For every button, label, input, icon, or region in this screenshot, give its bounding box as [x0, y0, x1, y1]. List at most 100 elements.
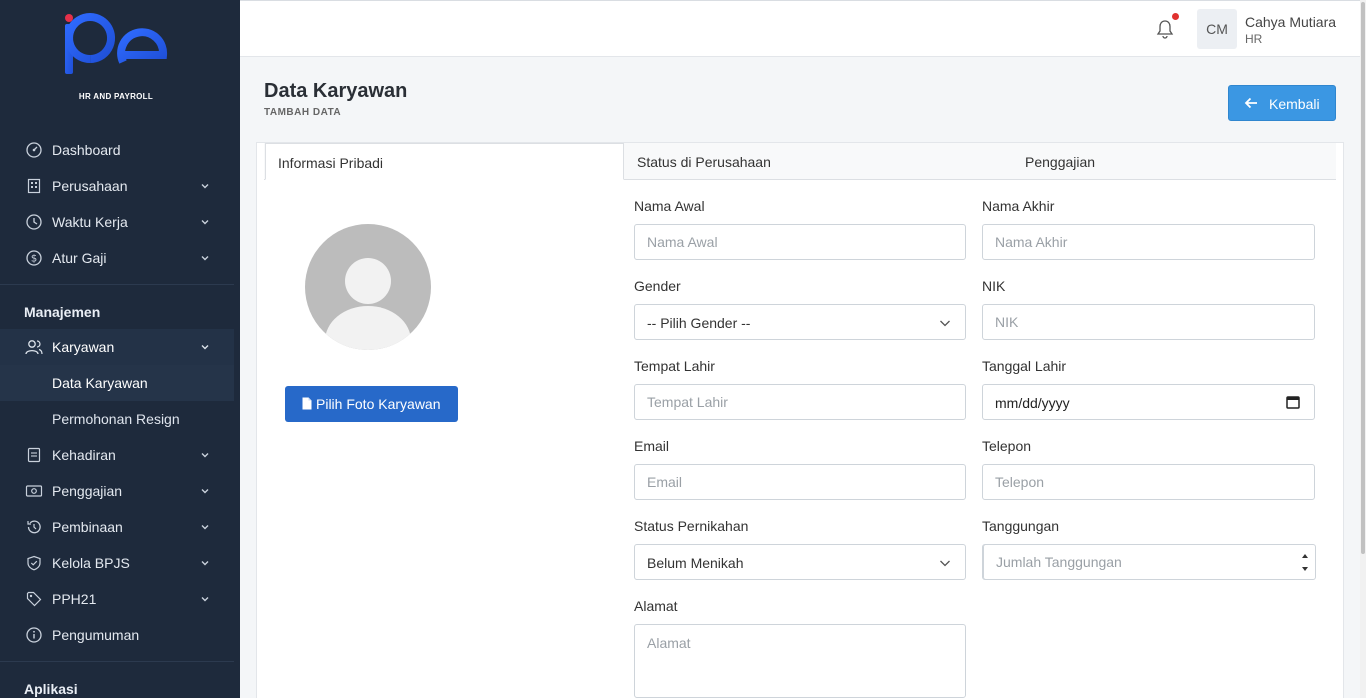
chevron-down-icon — [940, 560, 950, 567]
chevron-down-icon — [201, 256, 209, 261]
brand-logo[interactable]: HR AND PAYROLL — [60, 12, 172, 104]
sidebar-item-label: Pembinaan — [52, 519, 123, 535]
tab-label: Penggajian — [1025, 154, 1096, 170]
nama-akhir-label: Nama Akhir — [982, 198, 1055, 214]
sidebar-item-label: Penggajian — [52, 483, 123, 499]
back-button[interactable]: Kembali — [1228, 85, 1336, 121]
be-logo-icon — [65, 13, 168, 74]
sidebar-item-karyawan[interactable]: Karyawan — [0, 329, 234, 365]
sidebar-item-kehadiran[interactable]: Kehadiran — [0, 437, 234, 473]
status-pernikahan-select[interactable]: Belum Menikah — [634, 544, 966, 580]
sidebar-item-label: Karyawan — [52, 339, 115, 355]
sidebar-subitem-data-karyawan[interactable]: Data Karyawan — [0, 365, 234, 401]
sidebar-item-pph21[interactable]: PPH21 — [0, 581, 234, 617]
avatar[interactable]: CM — [1197, 9, 1237, 49]
page-subtitle: TAMBAH DATA — [264, 107, 342, 118]
history-icon — [25, 518, 43, 536]
status-pernikahan-selected-value: Belum Menikah — [647, 555, 744, 571]
sidebar-item-pengumuman[interactable]: Pengumuman — [0, 617, 234, 653]
avatar-head-shape — [345, 258, 391, 304]
info-icon — [25, 626, 43, 644]
tab-informasi-pribadi[interactable]: Informasi Pribadi — [265, 143, 624, 180]
nama-awal-label: Nama Awal — [634, 198, 705, 214]
telepon-input[interactable] — [982, 464, 1315, 500]
sidebar-item-perusahaan[interactable]: Perusahaan — [0, 168, 234, 204]
chevron-down-icon — [940, 320, 950, 327]
clipboard-icon — [25, 446, 43, 464]
gender-selected-value: -- Pilih Gender -- — [647, 315, 751, 331]
chevron-down-icon — [201, 489, 209, 494]
tanggal-lahir-label: Tanggal Lahir — [982, 358, 1067, 374]
nama-awal-input[interactable] — [634, 224, 966, 260]
sidebar-item-penggajian[interactable]: Penggajian — [0, 473, 234, 509]
tanggal-lahir-input[interactable]: mm/dd/yyyy — [982, 384, 1315, 420]
chevron-down-icon — [201, 220, 209, 225]
tab-status-di-perusahaan[interactable]: Status di Perusahaan — [624, 143, 994, 180]
dollar-icon: $ — [25, 249, 43, 267]
telepon-label: Telepon — [982, 438, 1032, 454]
bell-icon[interactable] — [1156, 19, 1174, 39]
sidebar: HR AND PAYROLL Dashboard Perusahaan Wakt… — [0, 0, 240, 698]
clock-icon — [25, 213, 43, 231]
page-scrollbar-thumb[interactable] — [1361, 2, 1365, 554]
nama-akhir-input[interactable] — [982, 224, 1315, 260]
sidebar-item-dashboard[interactable]: Dashboard — [0, 132, 234, 168]
alamat-label: Alamat — [634, 598, 678, 614]
user-role: HR — [1245, 32, 1263, 46]
sidebar-divider — [0, 661, 234, 662]
email-label: Email — [634, 438, 670, 454]
tanggungan-field — [982, 544, 1316, 580]
avatar-placeholder — [305, 224, 431, 350]
sidebar-item-label: Perusahaan — [52, 178, 128, 194]
tanggungan-label: Tanggungan — [982, 518, 1060, 534]
sidebar-item-waktu-kerja[interactable]: Waktu Kerja — [0, 204, 234, 240]
topbar: CM Cahya Mutiara HR — [240, 0, 1360, 57]
sidebar-item-label: Waktu Kerja — [52, 214, 128, 230]
dashboard-icon — [25, 141, 43, 159]
sidebar-item-label: Pengumuman — [52, 627, 140, 643]
chevron-down-icon — [201, 453, 209, 458]
sidebar-item-atur-gaji[interactable]: $ Atur Gaji — [0, 240, 234, 276]
gender-select[interactable]: -- Pilih Gender -- — [634, 304, 966, 340]
money-icon — [25, 482, 43, 500]
sidebar-divider — [0, 284, 234, 285]
tanggungan-input[interactable] — [983, 544, 1316, 580]
sidebar-item-label: Permohonan Resign — [52, 411, 180, 427]
tab-label: Status di Perusahaan — [637, 154, 771, 170]
notification-dot — [1172, 13, 1179, 20]
tab-penggajian[interactable]: Penggajian — [994, 143, 1334, 180]
users-icon — [25, 338, 43, 356]
back-button-label: Kembali — [1269, 96, 1320, 112]
chevron-down-icon — [201, 345, 209, 350]
gender-label: Gender — [634, 278, 681, 294]
brand-tagline: HR AND PAYROLL — [78, 92, 154, 101]
chevron-down-icon — [201, 184, 209, 189]
status-pernikahan-label: Status Pernikahan — [634, 518, 749, 534]
sidebar-item-label: Data Karyawan — [52, 375, 148, 391]
avatar-body-shape — [325, 306, 411, 350]
file-icon — [302, 397, 312, 410]
choose-photo-button[interactable]: Pilih Foto Karyawan — [285, 386, 458, 422]
tempat-lahir-input[interactable] — [634, 384, 966, 420]
sidebar-item-kelola-bpjs[interactable]: Kelola BPJS — [0, 545, 234, 581]
date-value: mm/dd/yyyy — [995, 395, 1070, 411]
sidebar-item-pembinaan[interactable]: Pembinaan — [0, 509, 234, 545]
nik-label: NIK — [982, 278, 1006, 294]
sidebar-subitem-permohonan-resign[interactable]: Permohonan Resign — [0, 401, 234, 437]
arrow-left-icon — [1244, 97, 1257, 109]
chevron-down-icon — [201, 525, 209, 530]
svg-text:$: $ — [31, 254, 37, 265]
tag-icon — [25, 590, 43, 608]
sidebar-item-label: Kelola BPJS — [52, 555, 130, 571]
sidebar-item-label: PPH21 — [52, 591, 97, 607]
tab-label: Informasi Pribadi — [278, 155, 384, 171]
user-name[interactable]: Cahya Mutiara — [1245, 14, 1336, 30]
number-stepper-icon[interactable] — [1300, 547, 1310, 577]
tempat-lahir-label: Tempat Lahir — [634, 358, 715, 374]
sidebar-item-label: Atur Gaji — [52, 250, 107, 266]
alamat-textarea[interactable] — [634, 624, 966, 698]
nik-input[interactable] — [982, 304, 1315, 340]
calendar-icon[interactable] — [1286, 395, 1300, 409]
email-input[interactable] — [634, 464, 966, 500]
page-title: Data Karyawan — [264, 80, 408, 102]
